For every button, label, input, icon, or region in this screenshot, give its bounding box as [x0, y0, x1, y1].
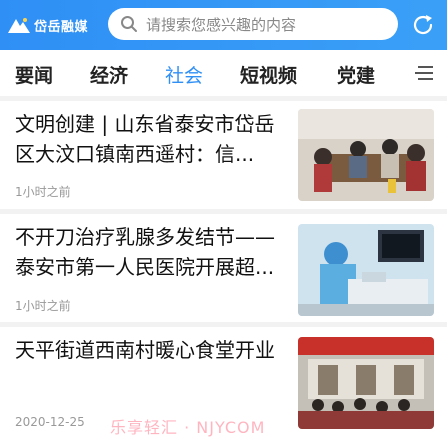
- tabs-fade: [370, 50, 410, 96]
- app-logo[interactable]: 岱岳融媒: [8, 12, 88, 38]
- news-date: 2020-12-25: [15, 415, 85, 429]
- news-title: 不开刀治疗乳腺多发结节——泰安市第一人民医院开展超...: [15, 225, 275, 279]
- tab-yaowen[interactable]: 要闻: [15, 61, 53, 88]
- news-time: 1小时之前: [15, 185, 71, 199]
- search-placeholder: 请搜索您感兴趣的内容: [146, 15, 297, 34]
- news-item[interactable]: 文明创建 | 山东省泰安市岱岳区大汶口镇南西遥村：信... 1小时之前: [0, 101, 447, 209]
- mountain-logo-icon: [8, 18, 30, 33]
- search-icon: [121, 16, 137, 32]
- search-bar[interactable]: 请搜索您感兴趣的内容: [108, 8, 398, 40]
- category-tabs: 要闻 经济 社会 短视频 党建: [0, 50, 447, 96]
- watermark-text: 乐享轻汇 · NJYCOM: [110, 418, 266, 437]
- news-title: 天平街道西南村暖心食堂开业: [15, 338, 275, 362]
- tab-jingji[interactable]: 经济: [90, 61, 128, 88]
- refresh-icon[interactable]: [410, 12, 436, 38]
- tab-duanshipin[interactable]: 短视频: [240, 61, 297, 88]
- menu-icon[interactable]: [413, 62, 435, 84]
- logo-text: 岱岳融媒: [34, 19, 89, 35]
- news-item[interactable]: 不开刀治疗乳腺多发结节——泰安市第一人民医院开展超... 1小时之前: [0, 214, 447, 322]
- tab-shehui[interactable]: 社会: [165, 61, 203, 88]
- news-thumbnail: [298, 337, 434, 429]
- news-time: 1小时之前: [15, 299, 71, 313]
- news-thumbnail: [298, 109, 434, 201]
- news-title: 文明创建 | 山东省泰安市岱岳区大汶口镇南西遥村：信...: [15, 112, 275, 166]
- news-thumbnail: [298, 224, 434, 316]
- top-bar: 岱岳融媒 请搜索您感兴趣的内容: [0, 0, 447, 50]
